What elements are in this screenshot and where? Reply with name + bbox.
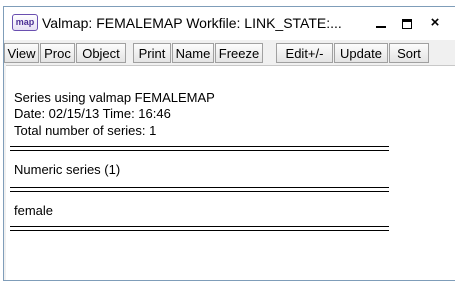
maximize-icon[interactable] bbox=[398, 14, 416, 32]
close-icon[interactable]: × bbox=[426, 14, 444, 32]
freeze-button[interactable]: Freeze bbox=[215, 43, 263, 63]
valmap-content: Series using valmap FEMALEMAP Date: 02/1… bbox=[6, 65, 455, 280]
sort-button[interactable]: Sort bbox=[389, 43, 429, 63]
update-button[interactable]: Update bbox=[334, 43, 388, 63]
proc-button[interactable]: Proc bbox=[40, 43, 75, 63]
separator-middle bbox=[10, 187, 389, 192]
header-line-2: Date: 02/15/13 Time: 16:46 bbox=[14, 106, 171, 121]
print-button[interactable]: Print bbox=[133, 43, 171, 63]
separator-top bbox=[10, 146, 389, 151]
separator-bottom bbox=[10, 226, 389, 231]
window-title: Valmap: FEMALEMAP Workfile: LINK_STATE:.… bbox=[42, 15, 342, 31]
title-bar[interactable]: map Valmap: FEMALEMAP Workfile: LINK_STA… bbox=[4, 7, 455, 40]
toolbar: View Proc Object Print Name Freeze Edit+… bbox=[4, 41, 455, 65]
edit-toggle-button[interactable]: Edit+/- bbox=[276, 43, 333, 63]
header-line-1: Series using valmap FEMALEMAP bbox=[14, 90, 215, 105]
valmap-window: map Valmap: FEMALEMAP Workfile: LINK_STA… bbox=[3, 6, 455, 281]
minimize-icon[interactable] bbox=[372, 14, 390, 32]
eviews-map-icon[interactable]: map bbox=[12, 14, 38, 31]
object-button[interactable]: Object bbox=[76, 43, 126, 63]
series-item[interactable]: female bbox=[14, 203, 53, 218]
view-button[interactable]: View bbox=[4, 43, 39, 63]
header-line-3: Total number of series: 1 bbox=[14, 123, 157, 138]
section-title: Numeric series (1) bbox=[14, 162, 121, 177]
name-button[interactable]: Name bbox=[172, 43, 214, 63]
